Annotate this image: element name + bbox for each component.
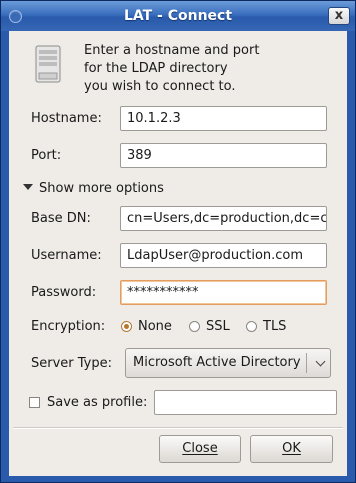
- username-field[interactable]: LdapUser@production.com: [120, 243, 327, 268]
- combo-separator: [306, 353, 307, 373]
- disclosure-triangle-icon: [23, 184, 33, 190]
- window-frame-right: [347, 31, 355, 478]
- radio-unchecked-icon: [189, 321, 200, 332]
- radio-checked-icon: [121, 321, 132, 332]
- base-dn-field[interactable]: cn=Users,dc=production,dc=c: [120, 206, 327, 231]
- save-profile-field[interactable]: [154, 390, 337, 415]
- window-frame-bottom: [1, 476, 355, 482]
- intro-line-2: for the LDAP directory: [84, 61, 228, 76]
- encryption-option-none: None: [138, 319, 172, 334]
- server-type-select[interactable]: Microsoft Active Directory: [125, 348, 331, 378]
- window-frame-left: [1, 31, 9, 478]
- encryption-radio-none[interactable]: None: [121, 319, 172, 334]
- username-label: Username:: [31, 248, 102, 263]
- encryption-radio-ssl[interactable]: SSL: [189, 319, 230, 334]
- port-label: Port:: [31, 148, 62, 163]
- password-field[interactable]: ***********: [120, 280, 327, 305]
- close-button[interactable]: Close: [159, 435, 241, 463]
- chevron-down-icon: [315, 356, 326, 367]
- connect-dialog: LAT - Connect x Enter a hostname and por…: [0, 0, 356, 483]
- encryption-option-ssl: SSL: [206, 319, 230, 334]
- password-label: Password:: [31, 285, 97, 300]
- server-icon: [35, 45, 61, 83]
- title-bar: LAT - Connect x: [1, 1, 355, 32]
- encryption-radio-tls[interactable]: TLS: [246, 319, 286, 334]
- save-profile-label: Save as profile:: [47, 395, 148, 410]
- ok-button-label: OK: [282, 441, 301, 456]
- save-profile-checkbox[interactable]: [29, 397, 40, 408]
- server-type-label: Server Type:: [31, 356, 113, 371]
- intro-text: Enter a hostname and port for the LDAP d…: [84, 42, 324, 96]
- show-more-options-label: Show more options: [39, 181, 164, 196]
- encryption-option-tls: TLS: [263, 319, 287, 334]
- close-button-label: Close: [182, 441, 218, 456]
- ok-button[interactable]: OK: [250, 435, 333, 463]
- intro-line-1: Enter a hostname and port: [84, 43, 260, 58]
- button-separator: [13, 427, 343, 429]
- server-type-value: Microsoft Active Directory: [133, 355, 301, 370]
- intro-line-3: you wish to connect to.: [84, 79, 236, 94]
- hostname-field[interactable]: 10.1.2.3: [120, 106, 327, 131]
- encryption-label: Encryption:: [31, 319, 106, 334]
- port-field[interactable]: 389: [120, 143, 327, 168]
- base-dn-label: Base DN:: [31, 211, 91, 226]
- radio-unchecked-icon: [246, 321, 257, 332]
- close-icon[interactable]: x: [328, 7, 350, 25]
- hostname-label: Hostname:: [31, 111, 102, 126]
- show-more-options-toggle[interactable]: Show more options: [23, 181, 164, 196]
- window-title: LAT - Connect: [123, 8, 233, 24]
